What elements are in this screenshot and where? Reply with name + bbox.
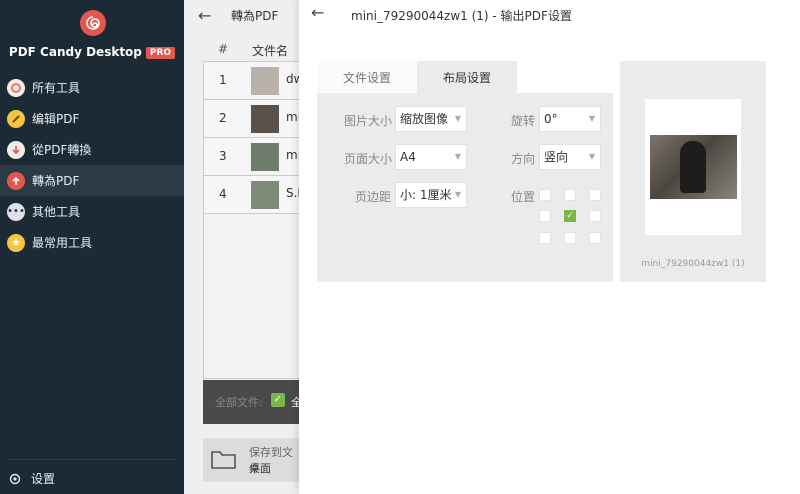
row-number: 1 bbox=[219, 73, 227, 87]
sidebar-item-label: 编辑PDF bbox=[32, 112, 80, 126]
position-checkbox[interactable]: ✓ bbox=[564, 210, 576, 222]
rotation-label: 旋转 bbox=[511, 114, 536, 128]
sidebar-item-label: 最常用工具 bbox=[32, 236, 93, 250]
sidebar-nav: 所有工具 编辑PDF 從PDF轉換 轉為PDF ••• 其他工具 ★ 最常用工具 bbox=[0, 72, 184, 258]
table-row[interactable]: 2 mi bbox=[204, 100, 304, 138]
position-label: 位置 bbox=[511, 190, 536, 204]
row-number: 3 bbox=[219, 149, 227, 163]
orientation-label: 方向 bbox=[511, 152, 536, 166]
page-size-label: 页面大小 bbox=[344, 152, 393, 166]
table-row[interactable]: 3 mi bbox=[204, 138, 304, 176]
sidebar-item-label: 其他工具 bbox=[32, 205, 81, 219]
panel-title: mini_79290044zw1 (1) - 输出PDF设置 bbox=[351, 9, 572, 23]
rotation-select[interactable]: 0° ▼ bbox=[539, 106, 601, 132]
file-thumbnail bbox=[251, 181, 279, 209]
orientation-select[interactable]: 竖向 ▼ bbox=[539, 144, 601, 170]
column-header-filename[interactable]: 文件名 bbox=[252, 42, 288, 59]
pdf-settings-panel: ← mini_79290044zw1 (1) - 输出PDF设置 文件设置 布局… bbox=[299, 0, 800, 494]
sidebar-item-from-pdf[interactable]: 從PDF轉換 bbox=[0, 134, 184, 165]
settings-tabs: 文件设置 布局设置 bbox=[317, 61, 517, 93]
position-checkbox[interactable] bbox=[589, 189, 601, 201]
position-checkbox[interactable] bbox=[539, 232, 551, 244]
spiral-icon bbox=[7, 78, 25, 97]
chevron-down-icon: ▼ bbox=[454, 152, 461, 161]
sidebar: PDF Candy Desktop PRO 所有工具 编辑PDF 從PDF轉換 轉… bbox=[0, 0, 184, 494]
all-files-checkbox[interactable]: ✓ bbox=[271, 393, 285, 407]
column-header-number: # bbox=[218, 42, 229, 56]
arrow-up-icon bbox=[7, 171, 25, 190]
page-size-select[interactable]: A4 ▼ bbox=[395, 144, 467, 170]
tab-layout-settings[interactable]: 布局设置 bbox=[417, 61, 517, 93]
save-location-button[interactable]: 保存到文件 桌面 bbox=[203, 438, 303, 482]
tab-file-settings[interactable]: 文件设置 bbox=[317, 61, 417, 93]
sidebar-item-other-tools[interactable]: ••• 其他工具 bbox=[0, 196, 184, 227]
chevron-down-icon: ▼ bbox=[588, 114, 595, 123]
layout-settings-form: 图片大小 缩放图像 ▼ 页面大小 A4 ▼ 页边距 小: 1厘米 ▼ 旋转 0° ▼ 方… bbox=[317, 93, 613, 282]
brand-title: PDF Candy Desktop PRO bbox=[0, 45, 184, 59]
sidebar-item-all-tools[interactable]: 所有工具 bbox=[0, 72, 184, 103]
back-arrow-icon[interactable]: ← bbox=[311, 3, 324, 22]
all-files-bar: 全部文件: ✓ 全 bbox=[203, 380, 303, 424]
image-size-select[interactable]: 缩放图像 ▼ bbox=[395, 106, 467, 132]
dots-icon: ••• bbox=[7, 202, 25, 221]
arrow-down-icon bbox=[7, 140, 25, 159]
sidebar-item-settings[interactable]: 设置 bbox=[8, 470, 55, 487]
preview-filename: mini_79290044zw1 (1) bbox=[641, 259, 745, 269]
chevron-down-icon: ▼ bbox=[588, 152, 595, 161]
page-title: 轉為PDF bbox=[231, 9, 279, 23]
page-preview-area: mini_79290044zw1 (1) bbox=[620, 61, 766, 282]
table-row[interactable]: 4 S.F bbox=[204, 176, 304, 214]
brand-name: PDF Candy Desktop bbox=[8, 45, 142, 59]
position-checkbox[interactable] bbox=[539, 210, 551, 222]
sidebar-item-label: 轉為PDF bbox=[32, 174, 80, 188]
rotation-value: 0° bbox=[544, 112, 558, 126]
chevron-down-icon: ▼ bbox=[454, 190, 461, 199]
back-arrow-icon[interactable]: ← bbox=[198, 6, 211, 25]
pdf-candy-logo-icon bbox=[80, 10, 106, 36]
preview-image-figure bbox=[680, 141, 706, 193]
sidebar-item-label: 從PDF轉換 bbox=[32, 143, 92, 157]
save-location-value: 桌面 bbox=[249, 462, 271, 475]
margin-value: 小: 1厘米 bbox=[400, 188, 452, 202]
margin-select[interactable]: 小: 1厘米 ▼ bbox=[395, 182, 467, 208]
position-checkbox[interactable] bbox=[539, 189, 551, 201]
settings-label: 设置 bbox=[31, 472, 56, 486]
image-size-label: 图片大小 bbox=[344, 114, 393, 128]
preview-image bbox=[650, 135, 737, 199]
sidebar-item-to-pdf[interactable]: 轉為PDF bbox=[0, 165, 184, 196]
orientation-value: 竖向 bbox=[544, 150, 569, 164]
gear-icon bbox=[9, 473, 21, 484]
row-number: 2 bbox=[219, 111, 227, 125]
image-size-value: 缩放图像 bbox=[400, 112, 449, 126]
table-row[interactable]: 1 dw bbox=[204, 62, 304, 100]
sidebar-divider bbox=[8, 459, 176, 460]
all-files-label: 全部文件: bbox=[215, 396, 263, 409]
file-thumbnail bbox=[251, 67, 279, 95]
sidebar-item-edit-pdf[interactable]: 编辑PDF bbox=[0, 103, 184, 134]
pencil-icon bbox=[7, 109, 25, 128]
sidebar-item-frequent-tools[interactable]: ★ 最常用工具 bbox=[0, 227, 184, 258]
file-thumbnail bbox=[251, 143, 279, 171]
pro-badge: PRO bbox=[145, 47, 176, 59]
position-checkbox[interactable] bbox=[564, 232, 576, 244]
page-size-value: A4 bbox=[400, 150, 416, 164]
page-preview bbox=[645, 99, 741, 235]
position-checkbox[interactable] bbox=[589, 210, 601, 222]
position-checkbox[interactable] bbox=[589, 232, 601, 244]
position-checkbox[interactable] bbox=[564, 189, 576, 201]
chevron-down-icon: ▼ bbox=[454, 114, 461, 123]
folder-icon bbox=[211, 448, 237, 476]
file-thumbnail bbox=[251, 105, 279, 133]
star-icon: ★ bbox=[7, 233, 25, 252]
row-number: 4 bbox=[219, 187, 227, 201]
sidebar-item-label: 所有工具 bbox=[32, 81, 81, 95]
margin-label: 页边距 bbox=[355, 190, 392, 204]
